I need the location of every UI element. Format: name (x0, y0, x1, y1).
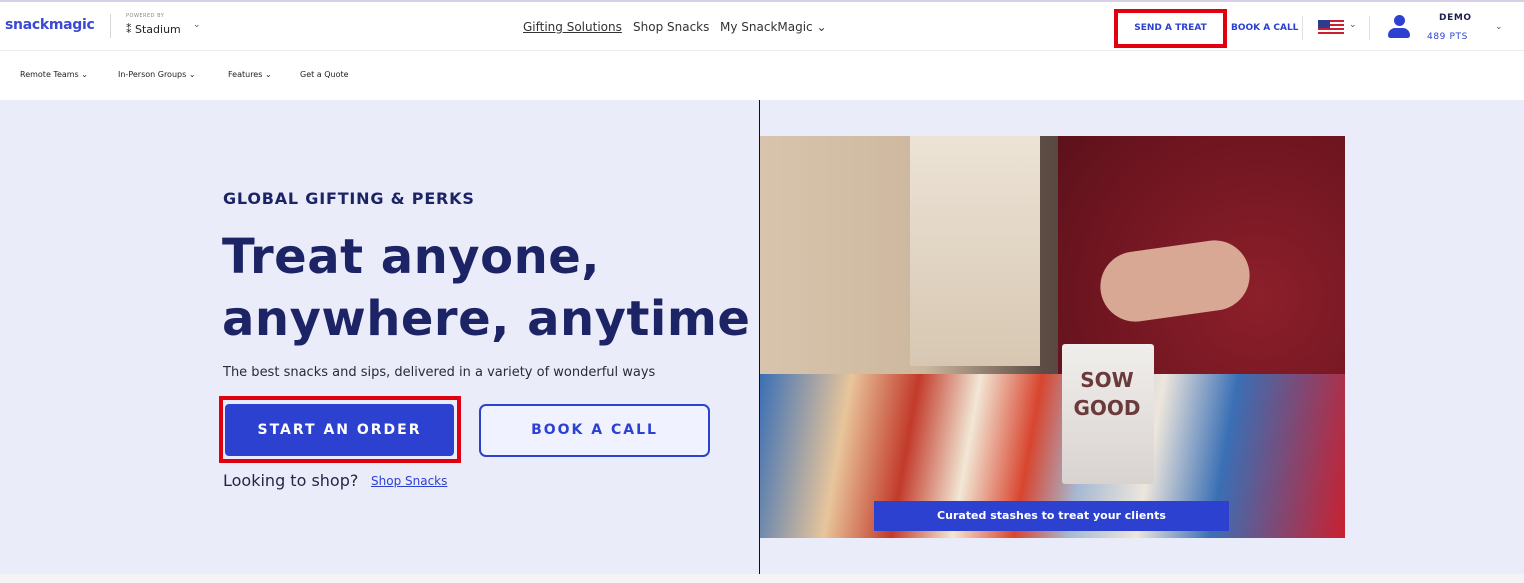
powered-by-label: POWERED BY (126, 13, 165, 19)
chevron-down-icon[interactable]: ⌄ (1495, 22, 1503, 32)
send-treat-button[interactable]: SEND A TREAT (1118, 13, 1223, 44)
snackmagic-logo[interactable]: snackmagic (5, 17, 95, 33)
logo-divider (110, 14, 111, 38)
nav-my-snackmagic-label: My SnackMagic (720, 20, 813, 34)
stadium-logo[interactable]: ⁑ Stadium (126, 23, 181, 36)
subnav-features[interactable]: Features ⌄ (228, 70, 272, 79)
chevron-down-icon[interactable]: ⌄ (193, 20, 201, 30)
subnav-label: In-Person Groups (118, 70, 187, 79)
nav-shop-snacks[interactable]: Shop Snacks (633, 20, 709, 34)
headline-line-2: anywhere, anytime (222, 291, 751, 347)
nav-gifting-solutions[interactable]: Gifting Solutions (523, 20, 622, 34)
chevron-down-icon: ⌄ (81, 70, 88, 79)
user-name: DEMO (1439, 13, 1472, 23)
looking-to-shop-text: Looking to shop? (223, 471, 359, 490)
start-order-button[interactable]: START AN ORDER (225, 404, 454, 456)
image-caption: Curated stashes to treat your clients (874, 501, 1229, 531)
subnav-remote-teams[interactable]: Remote Teams ⌄ (20, 70, 88, 79)
stadium-label: Stadium (135, 23, 181, 36)
book-call-link[interactable]: BOOK A CALL (1231, 23, 1298, 33)
sub-navigation: Remote Teams ⌄ In-Person Groups ⌄ Featur… (0, 51, 1524, 100)
photo-window (910, 136, 1040, 366)
chevron-down-icon: ⌄ (816, 20, 827, 34)
hero-headline: Treat anyone, anywhere, anytime (222, 226, 750, 350)
hero-eyebrow: GLOBAL GIFTING & PERKS (223, 189, 475, 208)
chevron-down-icon[interactable]: ⌄ (1349, 20, 1357, 30)
subnav-in-person-groups[interactable]: In-Person Groups ⌄ (118, 70, 196, 79)
subnav-get-a-quote[interactable]: Get a Quote (300, 70, 349, 79)
header-divider (1369, 16, 1370, 40)
us-flag-icon[interactable] (1318, 20, 1344, 35)
hero-subheading: The best snacks and sips, delivered in a… (223, 365, 656, 380)
user-points: 489 PTS (1427, 32, 1468, 42)
headline-line-1: Treat anyone, (222, 229, 601, 285)
snack-bag-label: SOW GOOD (1073, 368, 1141, 420)
book-call-button[interactable]: BOOK A CALL (479, 404, 710, 457)
chevron-down-icon: ⌄ (264, 70, 272, 79)
avatar-body (1388, 28, 1410, 38)
flag-canton (1318, 20, 1330, 28)
nav-my-snackmagic[interactable]: My SnackMagic ⌄ (720, 20, 827, 34)
avatar[interactable] (1386, 15, 1412, 41)
hero-image: SOW GOOD (760, 136, 1345, 538)
bottom-band (0, 574, 1524, 583)
avatar-head (1394, 15, 1405, 26)
app-root: snackmagic POWERED BY ⁑ Stadium ⌄ Giftin… (0, 0, 1524, 583)
subnav-label: Features (228, 70, 263, 79)
chevron-down-icon: ⌄ (188, 70, 196, 79)
subnav-label: Remote Teams (20, 70, 79, 79)
shop-snacks-link[interactable]: Shop Snacks (371, 474, 447, 488)
top-header: snackmagic POWERED BY ⁑ Stadium ⌄ Giftin… (0, 0, 1524, 51)
header-divider (1302, 16, 1303, 40)
